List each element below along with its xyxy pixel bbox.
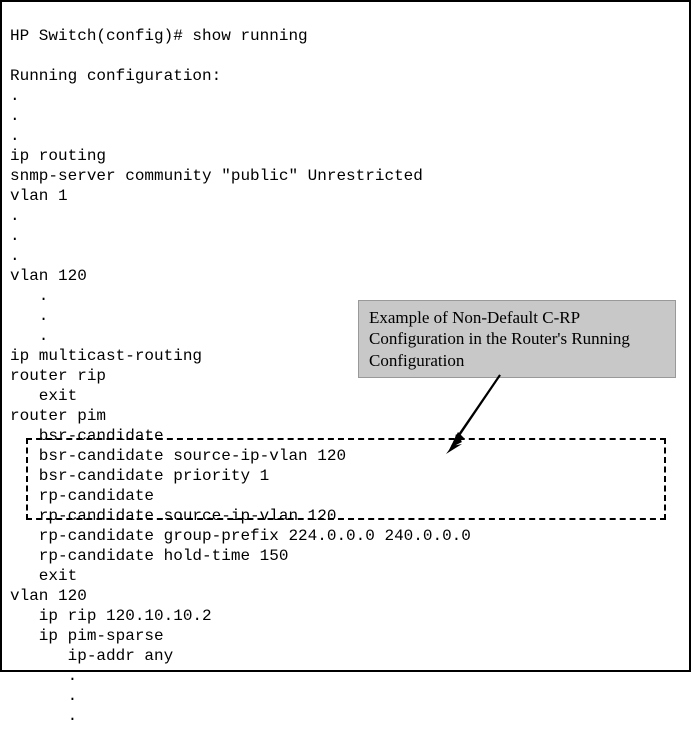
config-header: Running configuration: xyxy=(10,67,221,85)
ellipsis-dot: . xyxy=(10,247,20,265)
ellipsis-dot: . xyxy=(10,227,20,245)
config-line: bsr-candidate source-ip-vlan 120 xyxy=(10,447,346,465)
ellipsis-dot: . xyxy=(10,127,20,145)
config-line: ip routing xyxy=(10,147,106,165)
ellipsis-dot: . xyxy=(10,307,48,325)
config-line-highlighted: rp-candidate group-prefix 224.0.0.0 240.… xyxy=(10,527,471,545)
ellipsis-dot: . xyxy=(10,287,48,305)
ellipsis-dot: . xyxy=(10,667,77,685)
config-line: vlan 1 xyxy=(10,187,68,205)
config-line: ip rip 120.10.10.2 xyxy=(10,607,212,625)
config-line: bsr-candidate priority 1 xyxy=(10,467,269,485)
config-line-highlighted: rp-candidate source-ip-vlan 120 xyxy=(10,507,336,525)
ellipsis-dot: . xyxy=(10,707,77,725)
config-line: router pim xyxy=(10,407,106,425)
config-line: vlan 120 xyxy=(10,587,87,605)
ellipsis-dot: . xyxy=(10,87,20,105)
ellipsis-dot: . xyxy=(10,107,20,125)
config-line: ip multicast-routing xyxy=(10,347,202,365)
config-line: ip-addr any xyxy=(10,647,173,665)
terminal-frame: HP Switch(config)# show running Running … xyxy=(0,0,691,672)
config-line-highlighted: rp-candidate hold-time 150 xyxy=(10,547,288,565)
config-line-highlighted: rp-candidate xyxy=(10,487,154,505)
ellipsis-dot: . xyxy=(10,327,48,345)
prompt-line: HP Switch(config)# show running xyxy=(10,27,308,45)
config-line: router rip xyxy=(10,367,106,385)
config-line: snmp-server community "public" Unrestric… xyxy=(10,167,423,185)
config-line: bsr-candidate xyxy=(10,427,164,445)
config-line: ip pim-sparse xyxy=(10,627,164,645)
ellipsis-dot: . xyxy=(10,687,77,705)
annotation-text: Example of Non-Default C-RP Configuratio… xyxy=(369,308,630,370)
config-line: exit xyxy=(10,387,77,405)
annotation-callout: Example of Non-Default C-RP Configuratio… xyxy=(358,300,676,378)
config-line: vlan 120 xyxy=(10,267,87,285)
ellipsis-dot: . xyxy=(10,207,20,225)
config-line: exit xyxy=(10,567,77,585)
